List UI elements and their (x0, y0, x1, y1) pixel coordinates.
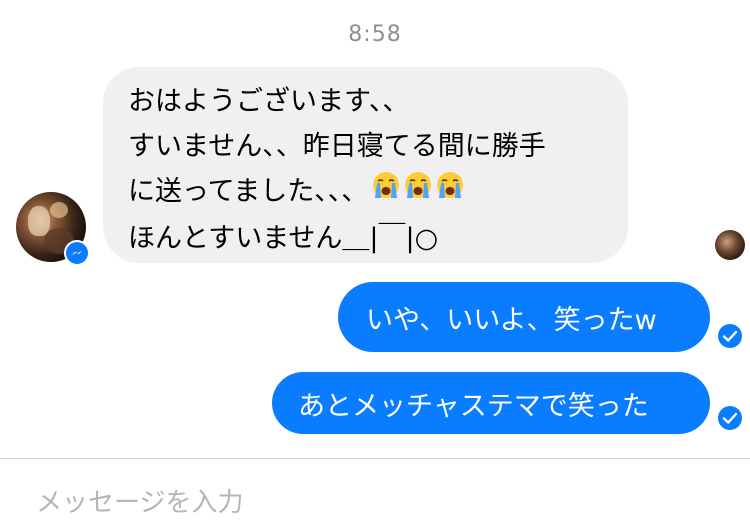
loudly-crying-face-icon (370, 170, 402, 216)
loudly-crying-face-icon (402, 170, 434, 216)
composer-divider (0, 458, 750, 459)
seen-indicator-avatar (715, 230, 745, 260)
incoming-message-bubble[interactable]: おはようございます、、 すいません、、昨日寝てる間に勝手 に送ってました、、、 … (103, 67, 628, 263)
outgoing-message-bubble[interactable]: いや、いいよ、笑ったw (338, 282, 710, 352)
message-line: すいません、、昨日寝てる間に勝手 (128, 131, 546, 162)
messenger-badge-icon (64, 240, 90, 266)
sent-check-icon (716, 322, 744, 350)
message-text: いや、いいよ、笑ったw (366, 304, 657, 336)
message-line: ほんとすいません＿|￣|○ (128, 222, 439, 254)
message-input[interactable] (36, 486, 726, 520)
loudly-crying-face-icon (434, 170, 466, 216)
message-line-text: に送ってました、、、 (128, 176, 369, 207)
sent-check-icon (716, 404, 744, 432)
message-timestamp: 8:58 (348, 22, 402, 47)
contact-avatar[interactable] (16, 192, 90, 266)
message-line: に送ってました、、、 (128, 169, 604, 216)
emoji-group (370, 169, 466, 216)
outgoing-message-bubble[interactable]: あとメッチャステマで笑った (272, 372, 710, 434)
message-text: あとメッチャステマで笑った (298, 390, 649, 422)
message-line: おはようございます、、 (128, 86, 410, 117)
